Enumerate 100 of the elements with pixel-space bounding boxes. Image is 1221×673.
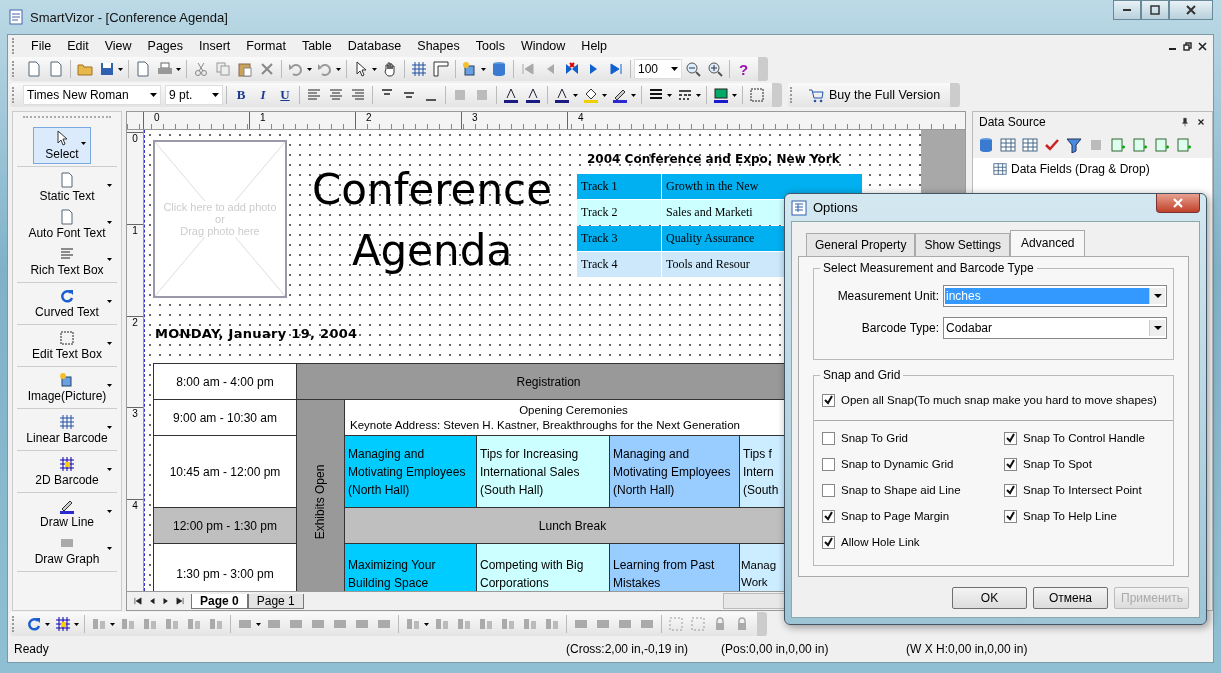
tool-button[interactable]: Linear Barcode — [17, 411, 117, 448]
toolbar-options-handle[interactable] — [772, 83, 782, 107]
dialog-button[interactable]: OK — [952, 587, 1027, 609]
menu-item[interactable]: Database — [339, 39, 410, 53]
panel-title: Data Source — [979, 115, 1046, 129]
checkbox[interactable] — [1004, 431, 1017, 445]
checkbox[interactable] — [822, 457, 835, 471]
menu-item[interactable]: Table — [293, 39, 340, 53]
caret-icon[interactable] — [573, 93, 578, 97]
caret-icon[interactable] — [107, 258, 112, 261]
caret-icon[interactable] — [602, 93, 607, 97]
checkbox[interactable] — [822, 431, 835, 445]
toolbar-options-handle[interactable] — [950, 83, 961, 107]
tool-button[interactable]: Draw Graph — [17, 532, 117, 569]
session-text: Opening Ceremonies — [519, 404, 628, 416]
caret-icon[interactable] — [107, 300, 112, 303]
page-nav-icon[interactable] — [175, 596, 185, 606]
tool-button[interactable]: Auto Font Text — [17, 206, 117, 243]
page-tab[interactable]: Page 1 — [247, 593, 304, 609]
caret-icon[interactable] — [481, 67, 486, 71]
minimize-button[interactable] — [1113, 0, 1141, 20]
caret-icon[interactable] — [74, 622, 79, 626]
zoom-dropdown[interactable]: 100 — [634, 59, 682, 79]
dialog-button[interactable]: Отмена — [1033, 587, 1108, 609]
checkbox[interactable] — [822, 483, 835, 497]
caret-icon[interactable] — [336, 67, 341, 71]
dropdown-arrow-button[interactable] — [1149, 288, 1165, 304]
caret-icon[interactable] — [696, 93, 701, 97]
buy-button[interactable]: Buy the Full Version — [801, 87, 947, 103]
ruler-icon[interactable] — [430, 58, 452, 80]
caret-icon[interactable] — [81, 142, 86, 145]
close-icon[interactable] — [1198, 41, 1207, 51]
dialog-tab[interactable]: Advanced — [1010, 230, 1086, 256]
caret-icon[interactable] — [307, 67, 312, 71]
checkbox[interactable] — [1004, 457, 1017, 471]
checkbox[interactable] — [822, 535, 835, 549]
tool-button[interactable]: Curved Text — [17, 285, 117, 322]
tool-button[interactable]: Draw Line — [17, 495, 117, 532]
caret-icon[interactable] — [631, 93, 636, 97]
caret-icon[interactable] — [256, 622, 261, 626]
checkbox[interactable] — [1004, 483, 1017, 497]
text-style-button[interactable]: B — [230, 87, 252, 103]
menu-item[interactable]: Pages — [139, 39, 192, 53]
caret-icon[interactable] — [107, 468, 112, 471]
checkbox[interactable] — [822, 509, 835, 523]
checkbox[interactable] — [822, 393, 835, 407]
checkbox-label: Snap To Help Line — [1023, 510, 1117, 522]
tool-button[interactable]: Static Text — [17, 169, 117, 206]
caret-icon[interactable] — [107, 384, 112, 387]
close-button[interactable] — [1156, 194, 1200, 213]
menu-item[interactable]: Edit — [59, 39, 97, 53]
text-style-button[interactable]: U — [274, 87, 296, 103]
tool-button[interactable]: Select — [33, 127, 91, 164]
caret-icon[interactable] — [45, 622, 50, 626]
menu-item[interactable]: Insert — [191, 39, 239, 53]
close-icon[interactable] — [1196, 117, 1206, 127]
menu-item[interactable]: Format — [238, 39, 294, 53]
close-button[interactable] — [1169, 0, 1213, 20]
font-dropdown[interactable]: Times New Roman — [23, 85, 161, 105]
caret-icon[interactable] — [118, 67, 123, 71]
caret-icon[interactable] — [107, 342, 112, 345]
page-nav-icon[interactable] — [133, 596, 143, 606]
menu-item[interactable]: Shapes — [409, 39, 468, 53]
help-button[interactable]: ? — [733, 60, 755, 78]
tool-button[interactable]: Image(Picture) — [17, 369, 117, 406]
menu-item[interactable]: Tools — [467, 39, 513, 53]
caret-icon[interactable] — [107, 426, 112, 429]
page-tab[interactable]: Page 0 — [191, 593, 248, 609]
caret-icon[interactable] — [424, 622, 429, 626]
checkbox[interactable] — [1004, 509, 1017, 523]
caret-icon[interactable] — [732, 93, 737, 97]
dialog-tab[interactable]: General Property — [806, 233, 916, 256]
menu-item[interactable]: Window — [512, 39, 574, 53]
text-style-button[interactable]: I — [252, 87, 274, 103]
dropdown-arrow-button[interactable] — [1149, 320, 1165, 336]
ruler-label: 2 — [127, 315, 143, 408]
dialog-tab[interactable]: Show Settings — [915, 233, 1011, 256]
menu-item[interactable]: Help — [573, 39, 616, 53]
maximize-button[interactable] — [1141, 0, 1169, 20]
caret-icon[interactable] — [110, 622, 115, 626]
toolbar-options-handle[interactable] — [757, 612, 767, 636]
caret-icon[interactable] — [372, 67, 377, 71]
pin-icon[interactable] — [1180, 117, 1190, 127]
group-title: Snap and Grid — [822, 368, 902, 382]
tool-button[interactable]: 2D Barcode — [17, 453, 117, 490]
font-size-dropdown[interactable]: 9 pt. — [165, 85, 223, 105]
caret-icon[interactable] — [176, 67, 181, 71]
dropdown-field[interactable]: Codabar — [943, 317, 1167, 339]
caret-icon[interactable] — [107, 510, 112, 513]
toolbar-options-handle[interactable] — [758, 57, 769, 81]
caret-icon[interactable] — [107, 221, 112, 224]
tree-item[interactable]: Data Fields (Drag & Drop) — [993, 162, 1192, 176]
caret-icon[interactable] — [107, 547, 112, 550]
caret-icon[interactable] — [107, 184, 112, 187]
restore-icon[interactable] — [1183, 41, 1192, 51]
tool-button[interactable]: Rich Text Box — [17, 243, 117, 280]
caret-icon[interactable] — [667, 93, 672, 97]
tool-button[interactable]: Edit Text Box — [17, 327, 117, 364]
menu-item[interactable]: File — [23, 39, 60, 53]
menu-item[interactable]: View — [96, 39, 140, 53]
